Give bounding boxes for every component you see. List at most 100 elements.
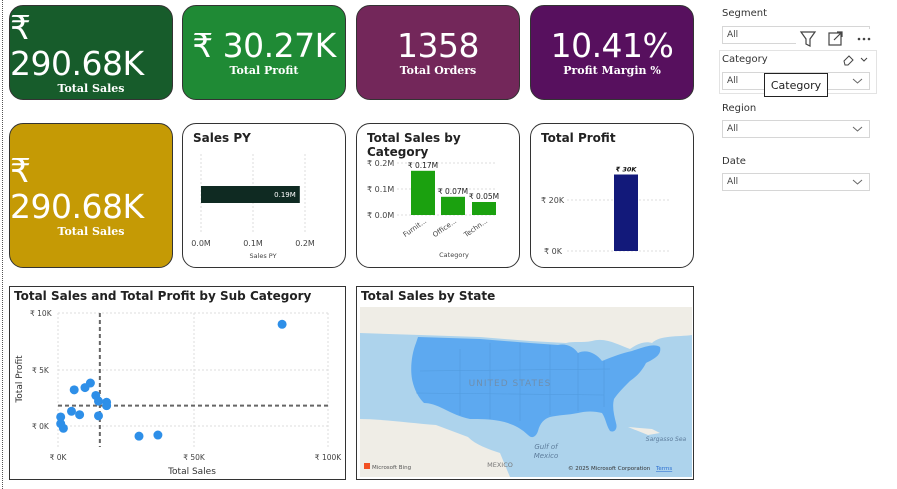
- data-label: 0.19M: [274, 191, 296, 199]
- scatter-point[interactable]: [67, 406, 76, 416]
- kpi-label: Profit Margin %: [563, 64, 661, 77]
- kpi-card-total-orders[interactable]: 1358 Total Orders: [356, 5, 520, 100]
- kpi-card-total-sales[interactable]: ₹ 290.68K Total Sales: [9, 5, 173, 100]
- dropdown-value: All: [727, 30, 739, 40]
- x-axis-title: Category: [439, 251, 469, 259]
- scatter-point[interactable]: [69, 385, 79, 395]
- scatter-point[interactable]: [94, 396, 103, 406]
- slicer-date-dropdown[interactable]: All: [722, 173, 870, 191]
- y-tick-label: ₹ 0K: [32, 422, 50, 431]
- more-options-icon[interactable]: [857, 37, 871, 41]
- slicer-region-dropdown[interactable]: All: [722, 120, 870, 138]
- data-label: ₹ 0.07M: [438, 187, 468, 196]
- filter-icon[interactable]: [799, 31, 817, 47]
- x-tick-label: 0.0M: [191, 239, 211, 248]
- sales-py-visual[interactable]: Sales PY 0.19M 0.0M 0.1M 0.2M Sales PY: [182, 123, 346, 268]
- data-label: ₹ 0.05M: [469, 192, 499, 201]
- y-tick-label: ₹ 0.0M: [367, 211, 394, 220]
- y-axis-title: Total Profit: [15, 355, 25, 404]
- map-terms-link[interactable]: Terms: [655, 466, 672, 472]
- dropdown-value: All: [727, 177, 739, 187]
- slicer-header: Segment: [722, 8, 767, 19]
- scatter-chart: ₹ 10K ₹ 5K ₹ 0K ₹ 0K ₹ 50K ₹ 100K Total …: [15, 309, 342, 477]
- kpi-label: Total Sales: [57, 82, 125, 95]
- tooltip: Category: [764, 73, 828, 97]
- scatter-point[interactable]: [85, 378, 95, 388]
- x-tick-label: 0.2M: [295, 239, 315, 248]
- map-copyright: © 2025 Microsoft Corporation: [568, 465, 651, 472]
- map-visual[interactable]: Total Sales by State UNITED STATES MEXIC…: [356, 286, 694, 480]
- slicer-date-dropdown-wrap: All: [722, 173, 872, 191]
- slicer-header: Date: [722, 156, 746, 167]
- x-tick-label: Office...: [431, 217, 458, 239]
- chevron-down-icon[interactable]: [860, 57, 868, 62]
- scatter-point[interactable]: [102, 401, 112, 411]
- slicer-header: Region: [722, 103, 757, 114]
- bar[interactable]: [441, 196, 465, 215]
- eraser-icon[interactable]: [843, 55, 854, 66]
- map-label-gulf: Mexico: [534, 452, 559, 460]
- x-tick-label: Furnit...: [402, 217, 428, 239]
- y-tick-label: ₹ 0.1M: [367, 185, 394, 194]
- scatter-point[interactable]: [75, 410, 85, 420]
- dropdown-value: All: [727, 76, 739, 86]
- scatter-visual[interactable]: Total Sales and Total Profit by Sub Cate…: [9, 286, 346, 480]
- y-tick-label: ₹ 0.2M: [367, 159, 394, 168]
- y-tick-label: ₹ 0K: [544, 247, 563, 256]
- sales-by-category-chart: ₹ 0.2M ₹ 0.1M ₹ 0.0M ₹ 0.17M Furnit... ₹ 0…: [367, 159, 499, 259]
- kpi-value: ₹ 30.27K: [192, 26, 336, 65]
- slicer-region[interactable]: Region: [722, 103, 872, 117]
- slicer-category-actions: [843, 55, 868, 66]
- scatter-point[interactable]: [58, 423, 68, 433]
- x-tick-label: ₹ 0K: [50, 453, 68, 462]
- map-label-gulf: Gulf of: [534, 443, 559, 451]
- kpi-value: ₹ 290.68K: [10, 8, 144, 83]
- kpi-card-profit-margin[interactable]: 10.41% Profit Margin %: [530, 5, 694, 100]
- bar[interactable]: [472, 202, 496, 215]
- kpi-value: 1358: [397, 26, 479, 65]
- scatter-point[interactable]: [277, 319, 287, 329]
- kpi-card-total-profit[interactable]: ₹ 30.27K Total Profit: [182, 5, 346, 100]
- data-label: ₹ 30K: [616, 166, 638, 174]
- total-profit-chart: ₹ 20K ₹ 0K ₹ 30K: [541, 166, 671, 256]
- slicer-region-dropdown-wrap: All: [722, 120, 872, 138]
- bing-logo-icon: [364, 463, 370, 469]
- x-tick-label: ₹ 50K: [183, 453, 206, 462]
- x-tick-label: Techn...: [462, 217, 489, 239]
- x-tick-label: ₹ 100K: [315, 453, 342, 462]
- map-canvas[interactable]: UNITED STATES MEXICO Gulf of Mexico Sarg…: [360, 307, 692, 477]
- slicer-segment[interactable]: Segment: [722, 8, 872, 22]
- focus-mode-icon[interactable]: [828, 31, 843, 46]
- kpi-value: 10.41%: [550, 26, 674, 65]
- map-label-country: UNITED STATES: [469, 379, 552, 389]
- kpi-card-total-sales-large[interactable]: ₹ 290.68K Total Sales: [9, 123, 173, 268]
- bar[interactable]: [614, 174, 638, 252]
- data-label: ₹ 0.17M: [408, 161, 438, 170]
- scatter-point[interactable]: [134, 431, 144, 441]
- chevron-down-icon: [852, 179, 863, 185]
- chevron-down-icon: [852, 78, 863, 84]
- x-axis-title: Total Sales: [167, 467, 216, 477]
- map-provider: Microsoft Bing: [372, 465, 411, 471]
- scatter-point[interactable]: [94, 411, 103, 421]
- y-tick-label: ₹ 20K: [541, 196, 565, 205]
- page-divider: [2, 0, 3, 489]
- scatter-point[interactable]: [153, 430, 163, 440]
- kpi-label: Total Sales: [57, 225, 125, 238]
- chevron-down-icon: [852, 126, 863, 132]
- kpi-label: Total Orders: [399, 64, 477, 77]
- total-profit-visual[interactable]: Total Profit ₹ 20K ₹ 0K ₹ 30K: [530, 123, 694, 268]
- kpi-value: ₹ 290.68K: [10, 151, 144, 226]
- slicer-date[interactable]: Date: [722, 156, 872, 170]
- dashboard-canvas: ₹ 290.68K Total Sales ₹ 30.27K Total Pro…: [0, 0, 897, 489]
- x-axis-title: Sales PY: [249, 252, 276, 260]
- bar[interactable]: [411, 170, 435, 215]
- y-tick-label: ₹ 5K: [32, 366, 50, 375]
- sales-py-chart: 0.19M 0.0M 0.1M 0.2M Sales PY: [191, 154, 315, 260]
- kpi-label: Total Profit: [229, 64, 299, 77]
- visual-header-toolbar: [796, 29, 876, 49]
- visual-title: Total Sales by State: [361, 289, 496, 303]
- x-tick-label: 0.1M: [243, 239, 263, 248]
- y-tick-label: ₹ 10K: [30, 309, 53, 318]
- sales-by-category-visual[interactable]: Total Sales by Category ₹ 0.2M ₹ 0.1M ₹ …: [356, 123, 520, 268]
